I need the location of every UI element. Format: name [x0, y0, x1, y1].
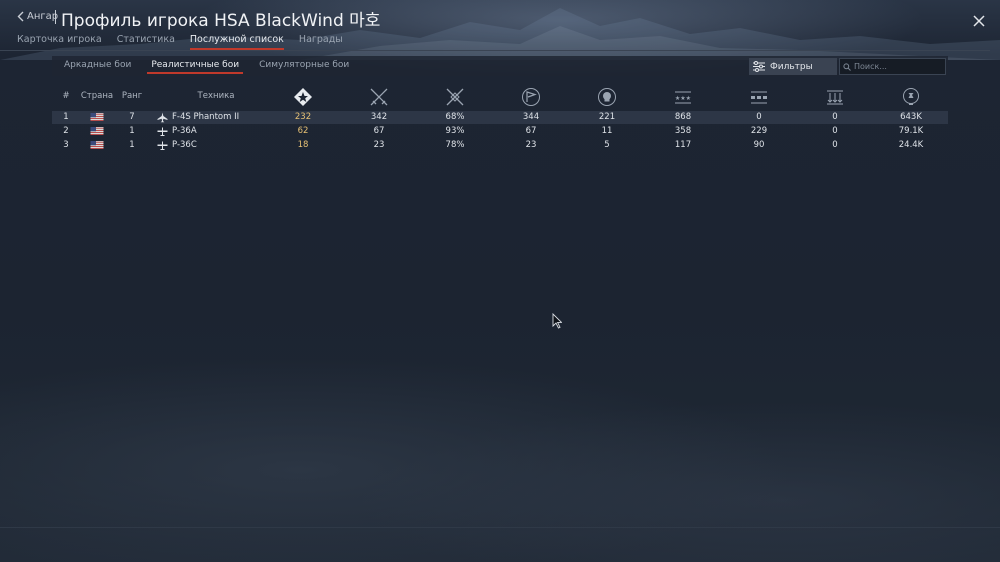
row-rank: 7: [129, 112, 135, 122]
cell-air-kills: 868: [674, 112, 692, 122]
chevron-left-icon: [17, 11, 24, 22]
table-row[interactable]: 3 1 P-36C 18 23 78% 23 5 117 90 0 24.4K: [52, 139, 948, 152]
tab-awards[interactable]: Награды: [299, 34, 343, 50]
cell-deaths: 221: [598, 112, 616, 122]
cell-naval-kills: 0: [832, 140, 838, 150]
battle-mode-tabs: Аркадные бои Реалистичные бои Симуляторн…: [60, 60, 353, 74]
close-icon[interactable]: [972, 14, 986, 28]
vehicle-cell[interactable]: P-36A: [157, 125, 197, 138]
lions-icon[interactable]: [900, 87, 922, 107]
back-to-hangar-button[interactable]: Ангар: [17, 11, 58, 22]
usa-flag-icon: [90, 141, 104, 149]
search-input[interactable]: [854, 62, 944, 71]
page-title: Профиль игрока HSA BlackWind 마호: [61, 11, 381, 31]
cell-deaths: 5: [604, 140, 610, 150]
search-box: [839, 58, 946, 75]
vehicle-name: F-4S Phantom II: [172, 112, 240, 122]
row-index: 2: [63, 126, 69, 136]
mouse-cursor-icon: [552, 313, 562, 329]
cell-missions: 344: [522, 112, 540, 122]
footer-divider: [0, 527, 1000, 528]
profile-tabs: Карточка игрока Статистика Послужной спи…: [17, 34, 343, 50]
col-header-rank[interactable]: Ранг: [122, 91, 142, 101]
col-header-index[interactable]: #: [62, 91, 69, 101]
search-icon: [843, 62, 851, 71]
cell-victories: 23: [373, 140, 385, 150]
deaths-icon[interactable]: [596, 87, 618, 107]
tab-player-card[interactable]: Карточка игрока: [17, 34, 102, 50]
vehicle-cell[interactable]: F-4S Phantom II: [157, 111, 239, 124]
cell-ground-kills: 0: [756, 112, 762, 122]
cell-naval-kills: 0: [832, 112, 838, 122]
tab-service-record[interactable]: Послужной список: [189, 34, 284, 50]
jet-icon: [157, 112, 168, 123]
header-separator: [55, 10, 56, 24]
back-label: Ангар: [27, 11, 59, 22]
cell-lions: 24.4K: [898, 140, 924, 150]
flag-icon[interactable]: [520, 87, 542, 107]
cell-missions: 23: [525, 140, 537, 150]
naval-kills-icon[interactable]: [824, 87, 846, 107]
cell-ground-kills: 90: [753, 140, 765, 150]
cell-lions: 643K: [900, 112, 922, 122]
usa-flag-icon: [90, 113, 104, 121]
sliders-icon: [753, 61, 765, 72]
cell-lions: 79.1K: [898, 126, 924, 136]
tab-statistics[interactable]: Статистика: [117, 34, 175, 50]
cell-win-rate: 78%: [445, 140, 465, 150]
ground-kills-icon[interactable]: [748, 87, 770, 107]
air-kills-icon[interactable]: ★★★: [672, 87, 694, 107]
tab-realistic-battles[interactable]: Реалистичные бои: [147, 60, 243, 74]
vehicle-cell[interactable]: P-36C: [157, 139, 197, 152]
col-header-vehicle[interactable]: Техника: [198, 91, 235, 101]
cell-win-rate: 68%: [445, 112, 465, 122]
prop-fighter-icon: [157, 127, 168, 136]
row-index: 1: [63, 112, 69, 122]
usa-flag-icon: [90, 127, 104, 135]
tab-simulator-battles[interactable]: Симуляторные бои: [255, 60, 353, 73]
vehicle-name: P-36A: [172, 126, 197, 136]
filters-button[interactable]: Фильтры: [749, 58, 837, 75]
header-divider: [0, 50, 990, 51]
cell-victories: 342: [370, 112, 388, 122]
cell-air-kills: 358: [674, 126, 692, 136]
row-rank: 1: [129, 140, 135, 150]
cell-victories: 67: [373, 126, 385, 136]
row-index: 3: [63, 140, 69, 150]
table-row[interactable]: 2 1 P-36A 62 67 93% 67 11 358 229 0 79.1…: [52, 125, 948, 138]
filters-label: Фильтры: [770, 61, 813, 72]
row-rank: 1: [129, 126, 135, 136]
vehicle-name: P-36C: [172, 140, 197, 150]
table-row[interactable]: 1 7 F-4S Phantom II 232 342 68% 344 221 …: [52, 111, 948, 124]
cell-battles: 18: [297, 140, 309, 150]
cell-air-kills: 117: [674, 140, 692, 150]
cell-naval-kills: 0: [832, 126, 838, 136]
win-rate-icon[interactable]: [444, 87, 466, 107]
cell-missions: 67: [525, 126, 537, 136]
victories-icon[interactable]: [368, 87, 390, 107]
battles-icon[interactable]: [292, 87, 314, 107]
prop-fighter-icon: [157, 141, 168, 150]
cell-win-rate: 93%: [445, 126, 465, 136]
col-header-country[interactable]: Страна: [81, 91, 113, 101]
cell-battles: 62: [297, 126, 309, 136]
cell-ground-kills: 229: [750, 126, 768, 136]
cell-deaths: 11: [601, 126, 613, 136]
svg-text:★★★: ★★★: [675, 95, 691, 102]
cell-battles: 232: [294, 112, 312, 122]
tab-arcade-battles[interactable]: Аркадные бои: [60, 60, 135, 73]
